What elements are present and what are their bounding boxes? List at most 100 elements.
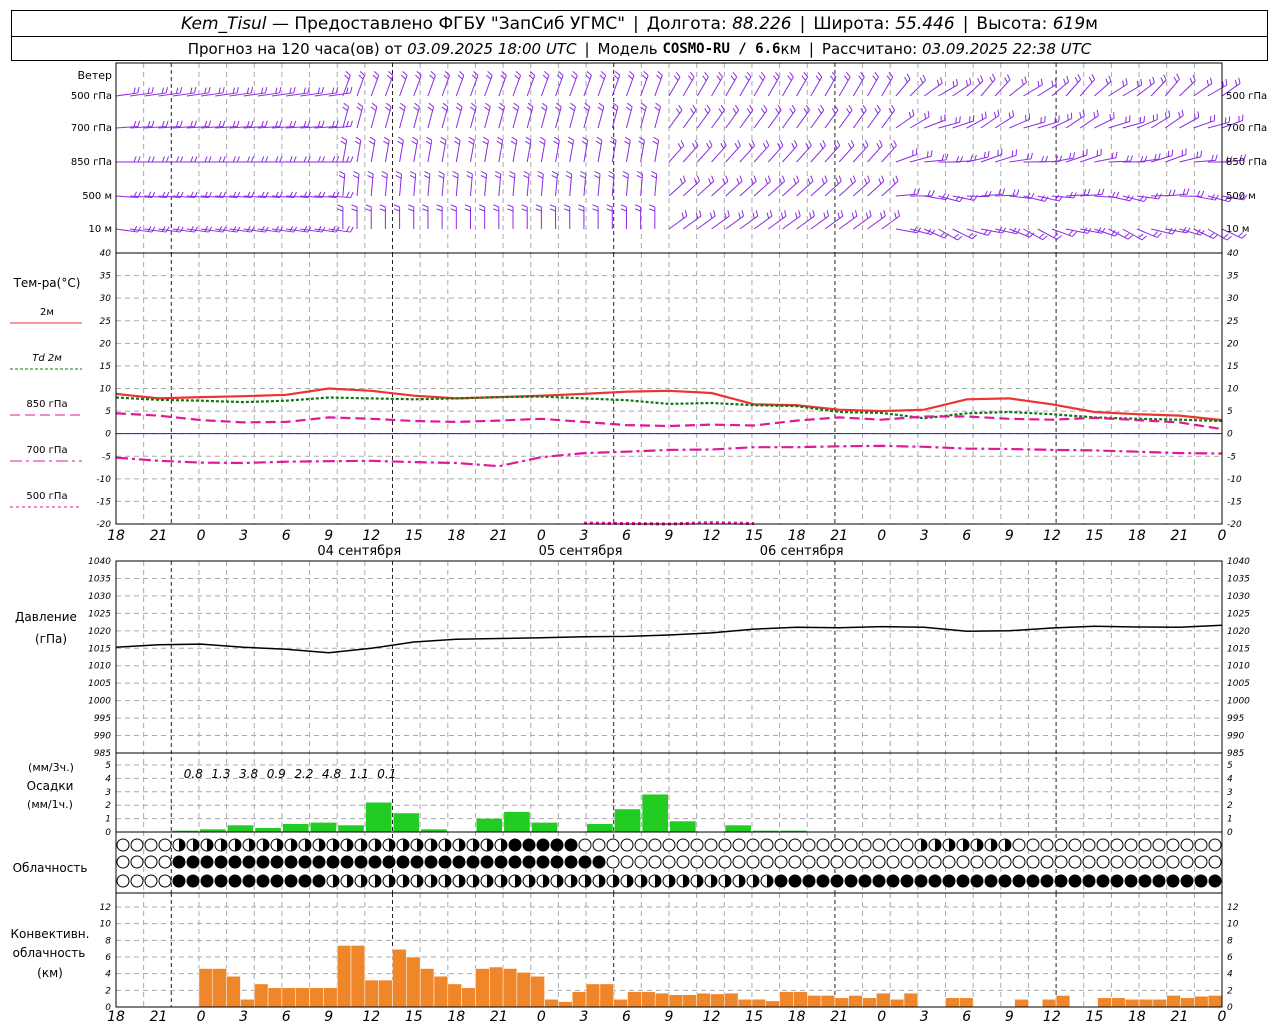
precip-tick-right: 2 <box>1227 801 1233 811</box>
wind-barb-flag <box>1164 112 1167 119</box>
cloud-symbol <box>508 838 522 852</box>
wind-barb <box>909 116 930 129</box>
conv-tick-right: 8 <box>1227 936 1233 946</box>
wind-barb-flag <box>810 175 814 182</box>
wind-barb <box>994 115 1014 129</box>
cloud-symbol <box>466 855 480 869</box>
wind-barb-flag <box>895 175 899 182</box>
convective-bar <box>516 972 531 1008</box>
wind-barb-flag <box>1168 227 1173 234</box>
cloud-symbol <box>1124 838 1138 852</box>
conv-tick-left: 10 <box>100 920 112 930</box>
temp-tick-left: 10 <box>100 385 112 395</box>
wind-barb-flag <box>261 156 265 163</box>
conv-tick-right: 0 <box>1227 1003 1233 1013</box>
wind-level-label-right: 500 гПа <box>1226 91 1267 102</box>
temp-legend-label: 700 гПа <box>26 445 67 456</box>
wind-barb <box>498 106 506 129</box>
wind-barb-flag <box>147 87 150 94</box>
wind-barb <box>1065 115 1085 129</box>
cloud-symbol-fill <box>767 875 773 887</box>
precip-tick-left: 4 <box>105 774 111 784</box>
cloud-symbol-fill <box>529 875 535 887</box>
convective-bar <box>682 994 697 1008</box>
hour-label-bottom: 18 <box>788 1009 806 1024</box>
cloud-symbol-fill <box>487 839 493 851</box>
cloud-symbol <box>872 855 886 869</box>
convective-bar <box>558 1001 573 1008</box>
temp-tick-right: -5 <box>1227 452 1236 462</box>
wind-barb-flag <box>798 210 801 217</box>
wind-barb-flag <box>1087 188 1091 195</box>
cloud-symbol-fill <box>711 875 717 887</box>
wind-barb-flag <box>261 120 264 127</box>
cloud-symbol <box>928 874 942 888</box>
wind-barb-flag <box>1197 111 1200 118</box>
hour-label: 9 <box>665 528 674 544</box>
cloud-symbol-fill <box>1005 839 1011 851</box>
wind-barb-flag <box>844 75 849 81</box>
wind-barb-flag <box>487 70 493 76</box>
precip-tick-right: 4 <box>1227 774 1233 784</box>
wind-level-label: 700 гПа <box>71 123 112 134</box>
hour-label: 12 <box>703 528 721 544</box>
cloud-symbol <box>634 838 648 852</box>
wind-barb-flag <box>622 170 629 175</box>
cloud-symbol-fill <box>697 875 703 887</box>
wind-barb <box>725 180 743 197</box>
cloud-symbol <box>1152 855 1166 869</box>
temp-tick-right: 15 <box>1227 362 1239 372</box>
wind-barb-flag <box>331 87 335 94</box>
wind-barb-flag <box>338 174 345 179</box>
cloud-symbol <box>228 855 242 869</box>
wind-barb-flag <box>892 178 896 185</box>
wind-barb-flag <box>760 71 766 78</box>
wind-barb-flag <box>1140 78 1143 85</box>
wind-barb-flag <box>422 204 429 208</box>
cloud-symbol-fill <box>263 839 269 851</box>
cloud-symbol-fill <box>375 839 381 851</box>
cloud-symbol <box>774 874 788 888</box>
wind-barb-flag <box>594 170 601 175</box>
wind-barb-flag <box>1045 155 1049 162</box>
wind-barb-flag <box>395 174 402 179</box>
wind-barb <box>484 106 491 129</box>
wind-barb-flag <box>456 102 463 108</box>
wind-barb-flag <box>400 102 406 108</box>
cloud-symbol <box>648 855 662 869</box>
wind-barb-flag <box>679 178 683 185</box>
hour-label-bottom: 0 <box>537 1009 546 1024</box>
wind-barb-flag <box>1215 154 1218 161</box>
cloud-symbol <box>312 874 326 888</box>
wind-barb-flag <box>764 178 768 185</box>
wind-barb-flag <box>1069 152 1072 159</box>
wind-barb-flag <box>773 75 778 81</box>
hour-label: 21 <box>830 528 848 544</box>
pressure-tick-left: 995 <box>94 714 111 724</box>
wind-barb-flag <box>563 208 570 212</box>
cloud-symbol <box>130 838 144 852</box>
wind-barb <box>625 75 635 97</box>
wind-barb <box>852 109 867 129</box>
cloud-symbol <box>1082 855 1096 869</box>
wind-barb-flag <box>553 140 559 145</box>
wind-barb-flag <box>450 208 457 212</box>
wind-barb <box>711 180 729 197</box>
wind-barb-flag <box>1108 75 1112 82</box>
cloud-symbol <box>858 874 872 888</box>
wind-barb-flag <box>232 87 235 94</box>
cloud-symbol <box>788 855 802 869</box>
wind-barb-flag <box>343 102 349 108</box>
wind-barb-flag <box>675 108 681 114</box>
wind-barb-flag <box>720 104 725 111</box>
wind-barb-flag <box>165 156 169 163</box>
wind-barb-flag <box>133 120 137 127</box>
cloud-symbol-fill <box>585 875 591 887</box>
convective-bar <box>1111 997 1126 1008</box>
cloud-symbol-fill <box>305 839 311 851</box>
wind-barb-flag <box>176 156 180 163</box>
wind-barb-flag <box>1225 78 1228 86</box>
wind-barb-flag <box>535 204 542 208</box>
wind-level-label-right: 700 гПа <box>1226 123 1267 134</box>
wind-barb-flag <box>265 156 269 163</box>
